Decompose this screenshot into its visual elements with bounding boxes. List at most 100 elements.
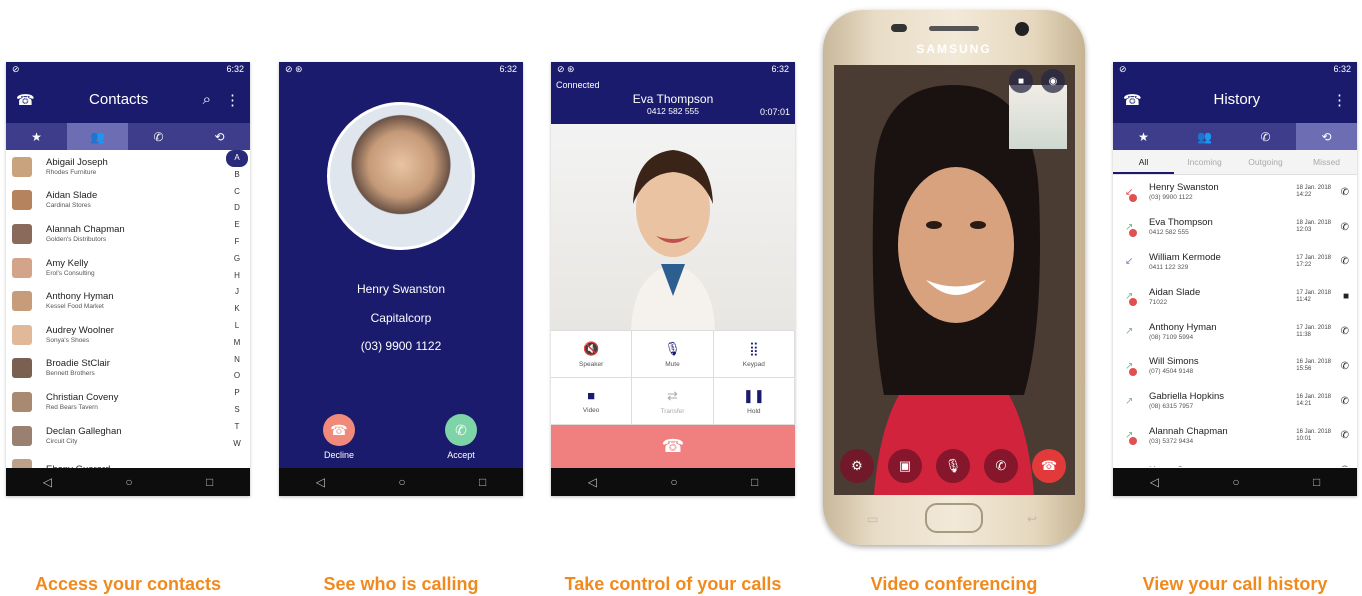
alphabet-index[interactable]: ABCDEFGHJKLMNOPSTW bbox=[224, 150, 250, 452]
tab-history-clock-icon[interactable]: ⟲ bbox=[1296, 123, 1357, 150]
self-view-video[interactable] bbox=[1009, 85, 1067, 149]
home-icon[interactable]: ○ bbox=[670, 475, 677, 489]
back-icon[interactable]: ◁ bbox=[588, 475, 597, 489]
home-icon[interactable]: ○ bbox=[398, 475, 405, 489]
history-row[interactable]: ↗ Anthony Hyman (08) 7109 5994 17 Jan. 2018… bbox=[1113, 314, 1357, 349]
tab-favorites-star-icon[interactable]: ★ bbox=[1113, 123, 1174, 150]
hangup-icon: ☎ bbox=[1040, 458, 1058, 473]
home-button[interactable] bbox=[925, 503, 983, 533]
more-icon[interactable]: ⋮ bbox=[225, 91, 240, 109]
home-icon[interactable]: ○ bbox=[125, 475, 132, 489]
keypad-button[interactable]: ⣿ Keypad bbox=[713, 331, 795, 378]
contact-row[interactable]: Audrey Woolner Sonya's Shoes bbox=[6, 318, 250, 352]
history-row[interactable]: ↗Henry Swanston16 Jan. 2018✆ bbox=[1113, 453, 1357, 467]
phone-icon[interactable]: ✆ bbox=[1341, 361, 1349, 372]
decline-button[interactable]: ☎ bbox=[323, 414, 355, 446]
contact-row[interactable]: Christian Coveny Red Bears Tavern bbox=[6, 385, 250, 419]
tab-favorites-star-icon[interactable]: ★ bbox=[6, 123, 67, 150]
tab-contacts-people-icon[interactable]: 👥 bbox=[1174, 123, 1235, 150]
caller-photo bbox=[327, 102, 475, 250]
contact-name: Amy Kelly bbox=[46, 257, 89, 269]
eye-icon[interactable]: ◉ bbox=[1041, 69, 1065, 93]
alphabet-letter[interactable]: A bbox=[226, 150, 248, 167]
transfer-button[interactable]: ⇄ Transfer bbox=[632, 378, 714, 425]
contacts-phone: ⊘ 6:32 ☎ Contacts ⌕ ⋮ ★ 👥 ✆ ⟲ ABCDEFGHJKL… bbox=[6, 62, 250, 496]
contact-row[interactable]: Aidan Slade Cardinal Stores bbox=[6, 184, 250, 218]
alphabet-letter[interactable]: M bbox=[224, 335, 250, 352]
contact-row[interactable]: Abigail Joseph Rhodes Furniture bbox=[6, 150, 250, 184]
phone-button[interactable]: ✆ bbox=[984, 449, 1018, 483]
recents-icon[interactable]: □ bbox=[1313, 475, 1320, 489]
alphabet-letter[interactable]: J bbox=[224, 284, 250, 301]
phone-icon[interactable]: ✆ bbox=[1341, 187, 1349, 198]
speaker-button[interactable]: 🔇 Speaker bbox=[551, 331, 633, 378]
filter-tab[interactable]: Incoming bbox=[1174, 150, 1235, 174]
alphabet-letter[interactable]: E bbox=[224, 217, 250, 234]
search-icon[interactable]: ⌕ bbox=[203, 91, 211, 108]
home-icon[interactable]: ○ bbox=[1232, 475, 1239, 489]
contact-row[interactable]: Ebony Guerard bbox=[6, 452, 250, 468]
mute-button[interactable]: 🎙 Mute bbox=[632, 331, 714, 378]
tab-dialer-phone-icon[interactable]: ✆ bbox=[128, 123, 189, 150]
hangup-button[interactable]: ☎ bbox=[551, 425, 795, 468]
back-icon[interactable]: ◁ bbox=[1150, 475, 1159, 489]
alphabet-letter[interactable]: O bbox=[224, 368, 250, 385]
settings-button[interactable]: ⚙ bbox=[840, 449, 874, 483]
filter-tab[interactable]: Outgoing bbox=[1235, 150, 1296, 174]
back-icon[interactable]: ↩ bbox=[1027, 512, 1037, 526]
hold-button[interactable]: ❚❚ Hold bbox=[713, 378, 795, 425]
video-call-screen: ■ ◉ ⚙ ▣ 🎙 ✆ ☎ bbox=[834, 65, 1075, 495]
phone-icon[interactable]: ✆ bbox=[1341, 465, 1349, 467]
contact-row[interactable]: Broadie StClair Bennett Brothers bbox=[6, 352, 250, 386]
contact-row[interactable]: Declan Galleghan Circuit City bbox=[6, 419, 250, 453]
back-icon[interactable]: ◁ bbox=[43, 475, 52, 489]
accept-button[interactable]: ✆ bbox=[445, 414, 477, 446]
mute-button[interactable]: 🎙 bbox=[936, 449, 970, 483]
tab-history-clock-icon[interactable]: ⟲ bbox=[189, 123, 250, 150]
history-row[interactable]: ↗ Will Simons (07) 4504 9148 16 Jan. 2018 15… bbox=[1113, 349, 1357, 384]
alphabet-letter[interactable]: D bbox=[224, 200, 250, 217]
phone-icon[interactable]: ✆ bbox=[1341, 396, 1349, 407]
phone-icon[interactable]: ✆ bbox=[1341, 256, 1349, 267]
tab-contacts-people-icon[interactable]: 👥 bbox=[67, 123, 128, 150]
recents-icon[interactable]: □ bbox=[751, 475, 758, 489]
filter-tab[interactable]: Missed bbox=[1296, 150, 1357, 174]
video-camera-icon[interactable]: ■ bbox=[1009, 69, 1033, 93]
recents-icon[interactable]: □ bbox=[206, 475, 213, 489]
history-row[interactable]: ↙ William Kermode 0411 122 329 17 Jan. 2018… bbox=[1113, 245, 1357, 280]
alphabet-letter[interactable]: P bbox=[224, 385, 250, 402]
video-button[interactable]: ■ Video bbox=[551, 378, 633, 425]
hangup-button[interactable]: ☎ bbox=[1032, 449, 1066, 483]
contact-row[interactable]: Anthony Hyman Kessel Food Market bbox=[6, 284, 250, 318]
phone-icon[interactable]: ✆ bbox=[1341, 326, 1349, 337]
alphabet-letter[interactable]: L bbox=[224, 318, 250, 335]
alphabet-letter[interactable]: C bbox=[224, 184, 250, 201]
alphabet-letter[interactable]: N bbox=[224, 352, 250, 369]
video-camera-icon[interactable]: ■ bbox=[1343, 291, 1349, 302]
contact-row[interactable]: Amy Kelly Erol's Consulting bbox=[6, 251, 250, 285]
recents-icon[interactable]: □ bbox=[479, 475, 486, 489]
alphabet-letter[interactable]: H bbox=[224, 268, 250, 285]
filter-tab[interactable]: All bbox=[1113, 150, 1174, 174]
contact-row[interactable]: Alannah Chapman Golden's Distributors bbox=[6, 217, 250, 251]
alphabet-letter[interactable]: B bbox=[224, 167, 250, 184]
history-row[interactable]: ↗ Aidan Slade 71022 17 Jan. 2018 11:42 ■ bbox=[1113, 279, 1357, 314]
history-row[interactable]: ↗ Gabriella Hopkins (08) 6315 7957 16 Jan. … bbox=[1113, 384, 1357, 419]
back-icon[interactable]: ◁ bbox=[316, 475, 325, 489]
call-name: Eva Thompson bbox=[632, 92, 714, 106]
tab-dialer-phone-icon[interactable]: ✆ bbox=[1235, 123, 1296, 150]
more-icon[interactable]: ⋮ bbox=[1332, 91, 1347, 109]
alphabet-letter[interactable]: S bbox=[224, 402, 250, 419]
phone-icon[interactable]: ✆ bbox=[1341, 430, 1349, 441]
alphabet-letter[interactable]: T bbox=[224, 419, 250, 436]
recents-icon[interactable]: ▭ bbox=[867, 512, 878, 526]
alphabet-letter[interactable]: G bbox=[224, 251, 250, 268]
phone-icon[interactable]: ✆ bbox=[1341, 222, 1349, 233]
history-row[interactable]: ↙ Henry Swanston (03) 9900 1122 18 Jan. 201… bbox=[1113, 175, 1357, 210]
toolbox-button[interactable]: ▣ bbox=[888, 449, 922, 483]
alphabet-letter[interactable]: W bbox=[224, 436, 250, 453]
alphabet-letter[interactable]: K bbox=[224, 301, 250, 318]
history-row[interactable]: ↗ Alannah Chapman (03) 5372 9434 16 Jan. 20… bbox=[1113, 419, 1357, 454]
alphabet-letter[interactable]: F bbox=[224, 234, 250, 251]
history-row[interactable]: ↗ Eva Thompson 0412 582 555 18 Jan. 2018 12:… bbox=[1113, 210, 1357, 245]
